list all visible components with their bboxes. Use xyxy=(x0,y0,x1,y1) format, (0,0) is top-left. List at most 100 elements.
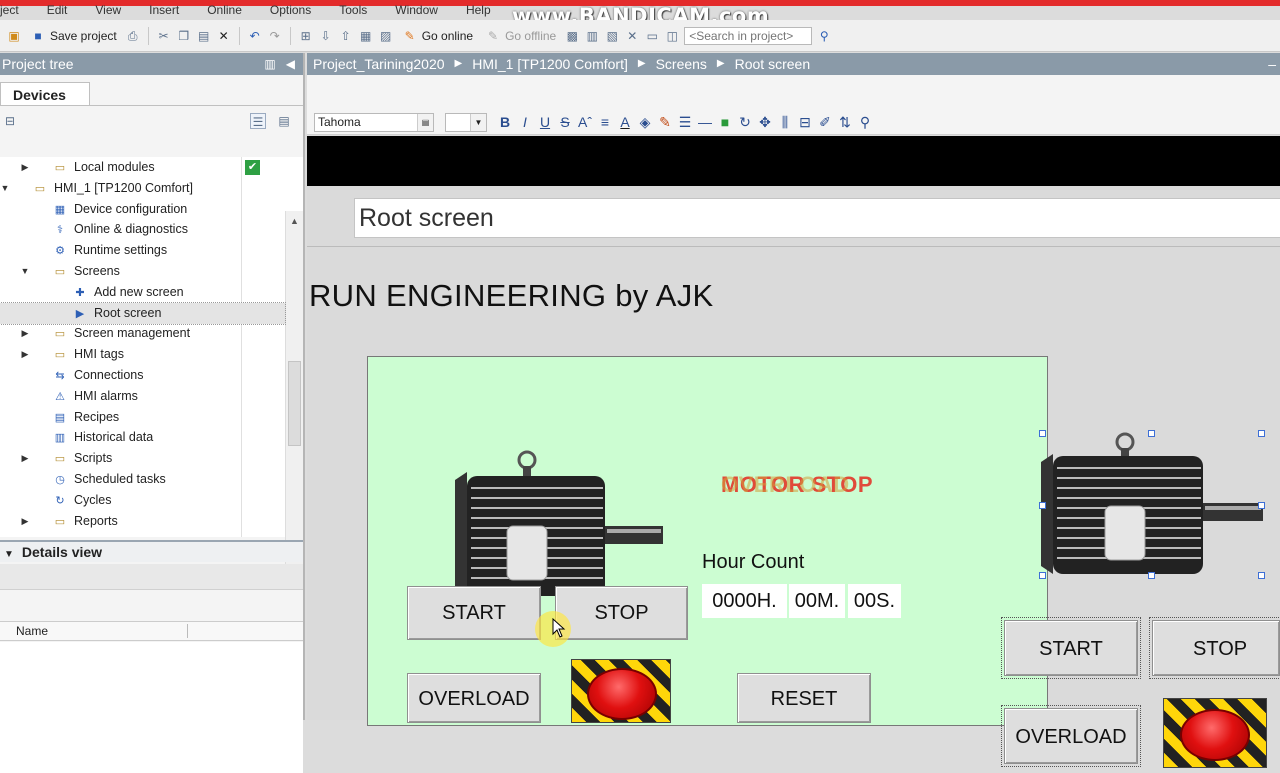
tree-item-hmi-tags[interactable]: ▶ ▭ HMI tags xyxy=(0,344,285,365)
accessible-devices-icon[interactable]: ▩ xyxy=(564,28,580,44)
tree-item-screen-management[interactable]: ▶ ▭ Screen management xyxy=(0,323,285,344)
close-editor-icon[interactable]: ✕ xyxy=(624,28,640,44)
column-name-header[interactable]: Name xyxy=(16,624,48,638)
collapse-details-icon[interactable]: ▼ xyxy=(4,549,14,560)
tree-item-reports[interactable]: ▶ ▭ Reports xyxy=(0,511,285,532)
align-objects-icon[interactable]: ✥ xyxy=(757,113,773,132)
split-horizontal-icon[interactable]: ▭ xyxy=(644,28,660,44)
font-size-grow-icon[interactable]: Aˆ xyxy=(577,113,593,132)
overload-button[interactable]: OVERLOAD xyxy=(407,673,541,723)
compile-icon[interactable]: ⊞ xyxy=(298,28,314,44)
start-button-copy[interactable]: START xyxy=(1001,617,1141,679)
view-options-icon[interactable]: ▤ xyxy=(276,113,292,129)
show-overview-icon[interactable]: ⊟ xyxy=(2,113,18,129)
start-button[interactable]: START xyxy=(407,586,541,640)
motor-graphic-copy[interactable] xyxy=(1035,428,1267,578)
fill-color-icon[interactable]: ◈ xyxy=(637,113,653,132)
reset-button[interactable]: RESET xyxy=(737,673,871,723)
collapsed-arrow-icon[interactable]: ▶ xyxy=(20,323,30,344)
screen-heading[interactable]: RUN ENGINEERING by AJK xyxy=(309,278,714,314)
align-icon[interactable]: ≡ xyxy=(597,113,613,132)
details-view-header[interactable]: ▼ Details view xyxy=(0,540,303,562)
selection-handle[interactable] xyxy=(1039,502,1046,509)
menu-options[interactable]: Options xyxy=(256,2,325,18)
tree-item-online-diagnostics[interactable]: ⚕ Online & diagnostics xyxy=(0,219,285,240)
selection-handle[interactable] xyxy=(1258,502,1265,509)
menu-insert[interactable]: Insert xyxy=(135,2,193,18)
stop-button-copy[interactable]: STOP xyxy=(1149,617,1280,679)
scroll-up-icon[interactable]: ▲ xyxy=(286,213,303,229)
search-binoculars-icon[interactable]: ⚲ xyxy=(816,28,832,44)
emergency-stop-button[interactable] xyxy=(571,659,671,723)
menu-window[interactable]: Window xyxy=(381,2,452,18)
dropdown-icon[interactable]: ▤ xyxy=(417,114,433,131)
minutes-field[interactable]: 00M. xyxy=(789,584,845,618)
arrange-icon[interactable]: ■ xyxy=(717,113,733,132)
minimize-editor-icon[interactable]: – xyxy=(1268,53,1276,75)
bold-icon[interactable]: B xyxy=(497,113,513,132)
tree-item-hmi-alarms[interactable]: ⚠ HMI alarms xyxy=(0,386,285,407)
simulate-icon[interactable]: ▦ xyxy=(358,28,374,44)
line-style-icon[interactable]: — xyxy=(697,113,713,132)
tree-item-add-new-screen[interactable]: ✚ Add new screen xyxy=(0,282,285,303)
menu-help[interactable]: Help xyxy=(452,2,505,18)
split-vertical-icon[interactable]: ◫ xyxy=(664,28,680,44)
font-family-select[interactable]: Tahoma ▤ xyxy=(314,113,434,132)
copy-icon[interactable]: ❐ xyxy=(176,28,192,44)
format-painter-icon[interactable]: ✐ xyxy=(817,113,833,132)
redo-icon[interactable]: ↷ xyxy=(267,28,283,44)
selection-handle[interactable] xyxy=(1039,572,1046,579)
motor-graphic[interactable] xyxy=(437,446,669,596)
same-size-icon[interactable]: ⊟ xyxy=(797,113,813,132)
italic-icon[interactable]: I xyxy=(517,113,533,132)
go-offline-button[interactable]: ✎ Go offline xyxy=(481,28,560,44)
stop-cpu-icon[interactable]: ▧ xyxy=(604,28,620,44)
selection-handle[interactable] xyxy=(1148,572,1155,579)
tree-item-scripts[interactable]: ▶ ▭ Scripts xyxy=(0,448,285,469)
scrollbar-thumb[interactable] xyxy=(288,361,301,446)
collapsed-arrow-icon[interactable]: ▶ xyxy=(20,157,30,178)
view-list-icon[interactable]: ☰ xyxy=(250,113,266,129)
strikethrough-icon[interactable]: S xyxy=(557,113,573,132)
selection-handle[interactable] xyxy=(1039,430,1046,437)
tab-devices[interactable]: Devices xyxy=(0,82,90,106)
tree-item-connections[interactable]: ⇆ Connections xyxy=(0,365,285,386)
zoom-icon[interactable]: ⚲ xyxy=(857,113,873,132)
upload-icon[interactable]: ⇧ xyxy=(338,28,354,44)
emergency-stop-button-copy[interactable] xyxy=(1163,698,1267,768)
start-simulation-icon[interactable]: ▨ xyxy=(378,28,394,44)
menu-project[interactable]: ject xyxy=(0,2,33,18)
selection-handle[interactable] xyxy=(1258,430,1265,437)
new-project-icon[interactable]: ▣ xyxy=(6,28,22,44)
line-weight-icon[interactable]: ☰ xyxy=(677,113,693,132)
cross-reference-icon[interactable]: ▥ xyxy=(584,28,600,44)
tree-item-screens[interactable]: ▼ ▭ Screens xyxy=(0,261,285,282)
breadcrumb-project[interactable]: Project_Tarining2020 xyxy=(313,53,445,75)
tree-item-cycles[interactable]: ↻ Cycles xyxy=(0,490,285,511)
go-online-button[interactable]: ✎ Go online xyxy=(398,28,477,44)
hours-field[interactable]: 0000H. xyxy=(702,584,787,618)
collapsed-arrow-icon[interactable]: ▶ xyxy=(20,448,30,469)
rotate-icon[interactable]: ↻ xyxy=(737,113,753,132)
selection-handle[interactable] xyxy=(1258,572,1265,579)
line-color-icon[interactable]: ✎ xyxy=(657,113,673,132)
download-icon[interactable]: ⇩ xyxy=(318,28,334,44)
menu-edit[interactable]: Edit xyxy=(33,2,82,18)
tree-item-root-screen[interactable]: ▶ Root screen xyxy=(0,301,286,325)
motor-status-text[interactable]: MOTOR STOP OVERLOAD xyxy=(721,472,873,498)
font-size-select[interactable]: ▼ xyxy=(445,113,487,132)
collapsed-arrow-icon[interactable]: ▶ xyxy=(20,511,30,532)
breadcrumb-hmi[interactable]: HMI_1 [TP1200 Comfort] xyxy=(472,53,628,75)
text-color-icon[interactable]: A xyxy=(617,113,633,132)
expanded-arrow-icon[interactable]: ▼ xyxy=(20,261,30,282)
expanded-arrow-icon[interactable]: ▼ xyxy=(0,178,10,199)
selection-handle[interactable] xyxy=(1148,430,1155,437)
menu-tools[interactable]: Tools xyxy=(325,2,381,18)
underline-icon[interactable]: U xyxy=(537,113,553,132)
tree-item-recipes[interactable]: ▤ Recipes xyxy=(0,407,285,428)
paste-icon[interactable]: ▤ xyxy=(196,28,212,44)
menu-view[interactable]: View xyxy=(81,2,135,18)
tree-item-local-modules[interactable]: ▶ ▭ Local modules ✔ xyxy=(0,157,285,178)
collapse-pane-icon[interactable]: ▥ ◀ xyxy=(264,53,295,75)
distribute-icon[interactable]: ⫼ xyxy=(777,113,793,132)
